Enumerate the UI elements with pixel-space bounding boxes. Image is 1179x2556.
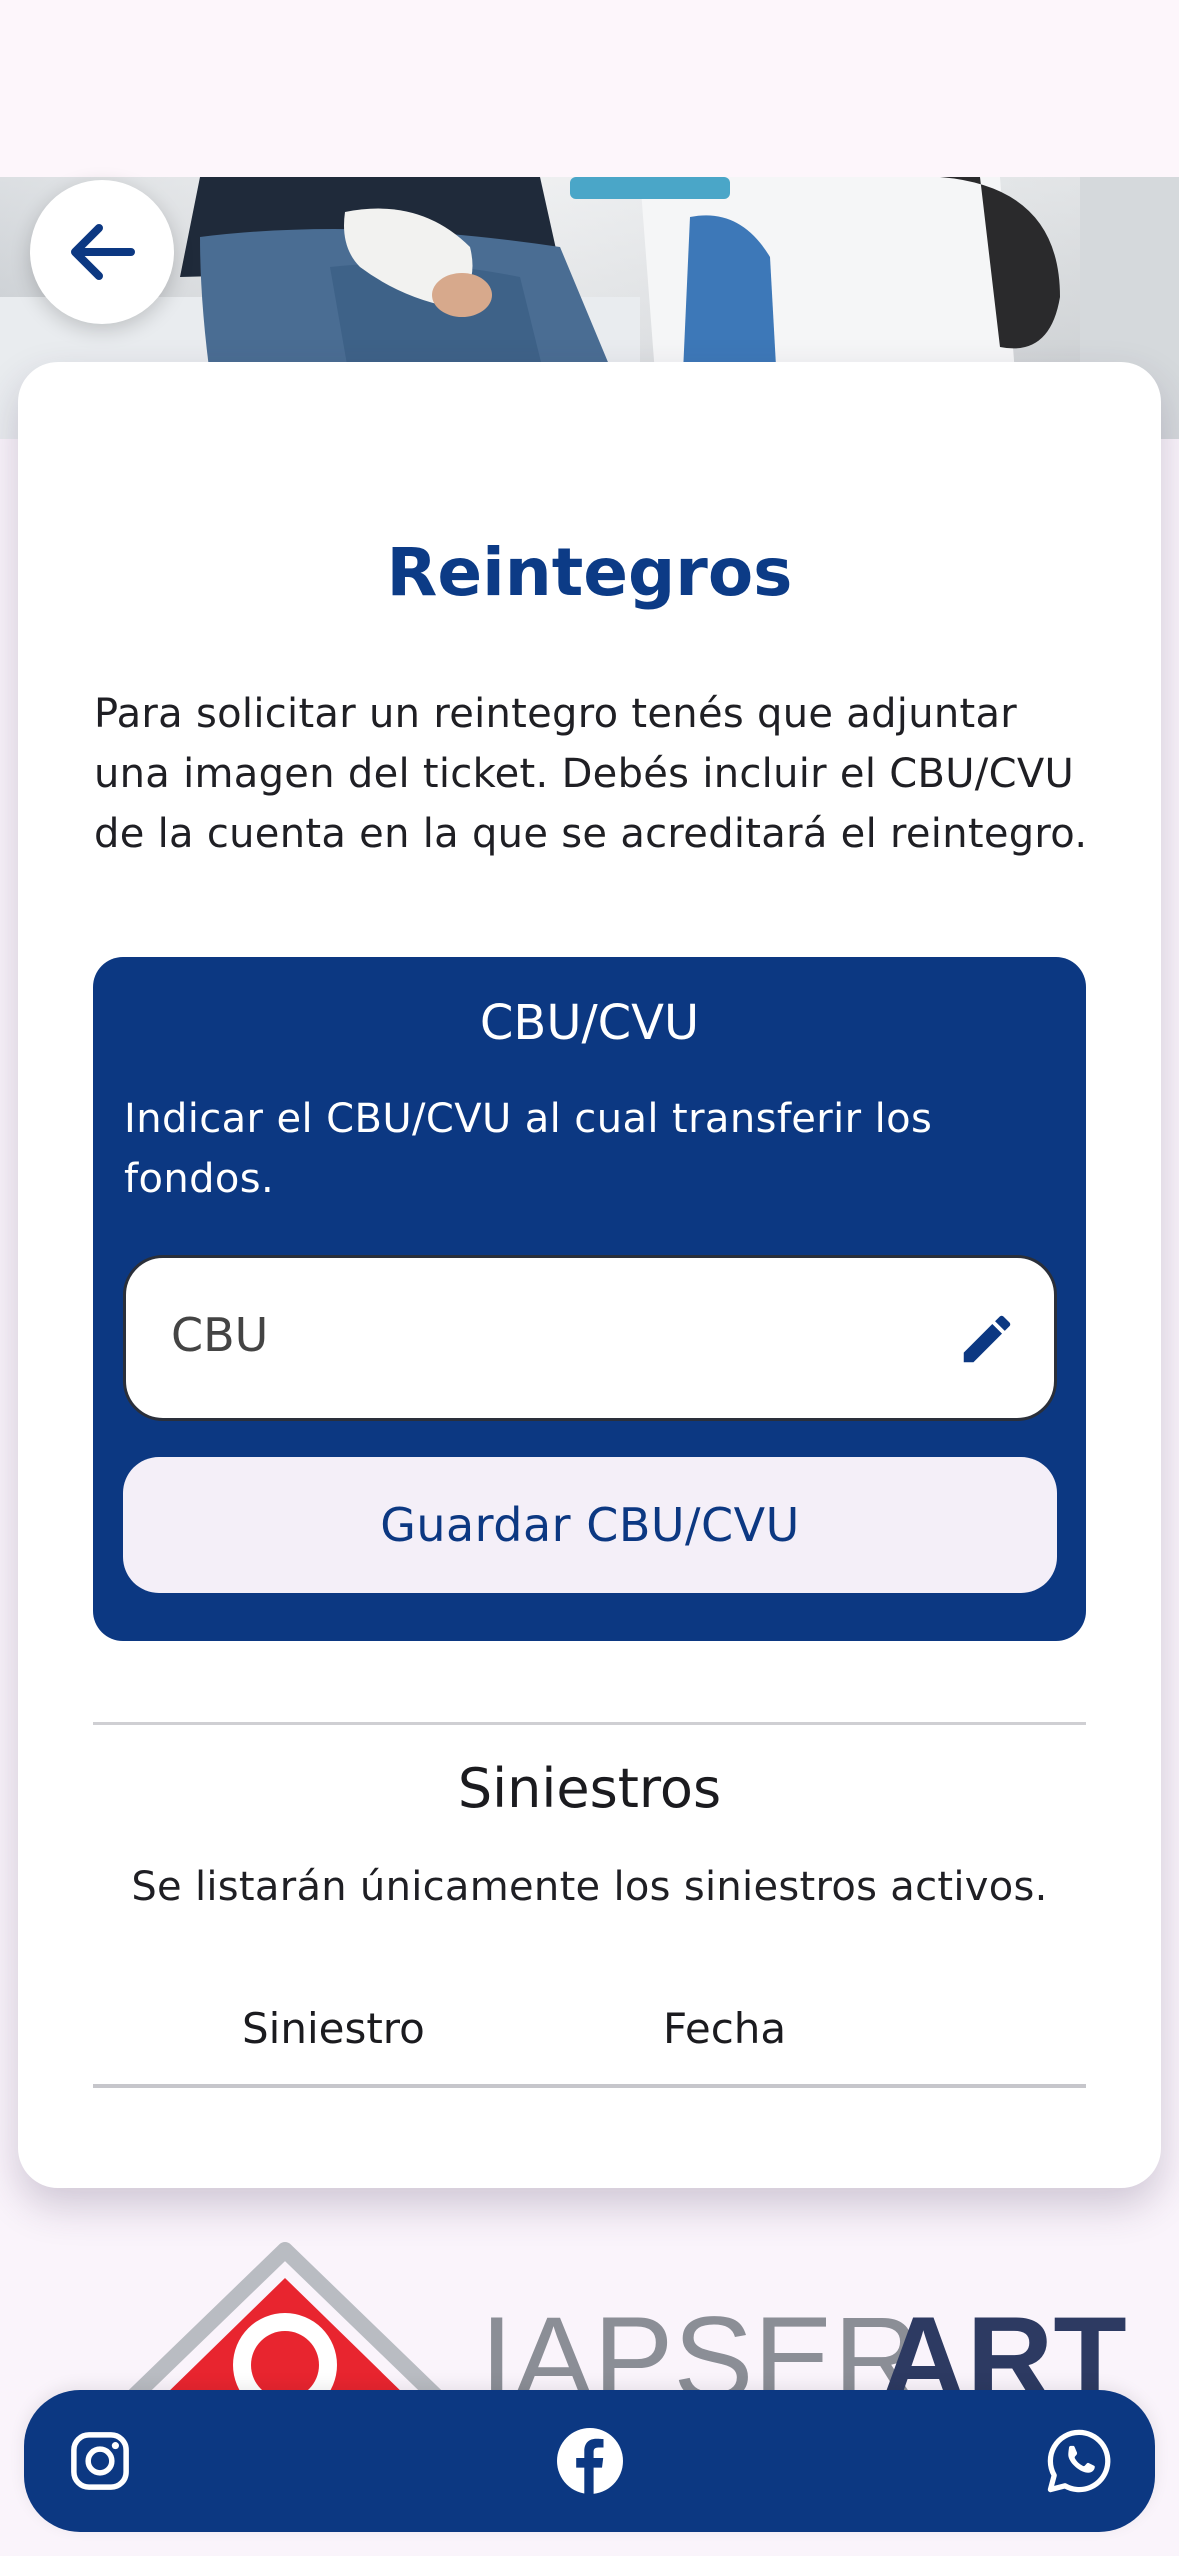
siniestros-description: Se listarán únicamente los siniestros ac… xyxy=(131,1864,1048,1910)
intro-text: Para solicitar un reintegro tenés que ad… xyxy=(94,691,1088,857)
whatsapp-button[interactable] xyxy=(1043,2425,1115,2497)
cbu-section: CBU/CVU Indicar el CBU/CVU al cual trans… xyxy=(93,957,1086,1641)
cbu-description: Indicar el CBU/CVU al cual transferir lo… xyxy=(124,1096,933,1202)
facebook-button[interactable] xyxy=(554,2425,626,2497)
column-header-fecha: Fecha xyxy=(663,2004,787,2053)
instagram-icon xyxy=(71,2432,129,2490)
cbu-title: CBU/CVU xyxy=(479,995,700,1051)
pencil-icon[interactable] xyxy=(956,1308,1018,1370)
reintegros-card: Reintegros Para solicitar un reintegro t… xyxy=(18,362,1161,2188)
back-button[interactable] xyxy=(30,180,174,324)
social-bar xyxy=(24,2390,1155,2532)
arrow-left-icon xyxy=(71,224,135,280)
status-bar-area xyxy=(0,0,1179,177)
facebook-icon xyxy=(556,2428,623,2494)
page-title: Reintegros xyxy=(386,534,793,611)
whatsapp-icon xyxy=(1047,2429,1111,2493)
section-divider xyxy=(93,1722,1086,1725)
save-cbu-button[interactable]: Guardar CBU/CVU xyxy=(123,1457,1057,1593)
siniestros-title: Siniestros xyxy=(457,1757,722,1820)
instagram-button[interactable] xyxy=(64,2425,136,2497)
column-header-siniestro: Siniestro xyxy=(242,2004,425,2053)
cbu-input[interactable]: CBU xyxy=(123,1255,1057,1421)
table-header-underline xyxy=(93,2084,1086,2088)
cbu-input-placeholder: CBU xyxy=(171,1308,269,1362)
